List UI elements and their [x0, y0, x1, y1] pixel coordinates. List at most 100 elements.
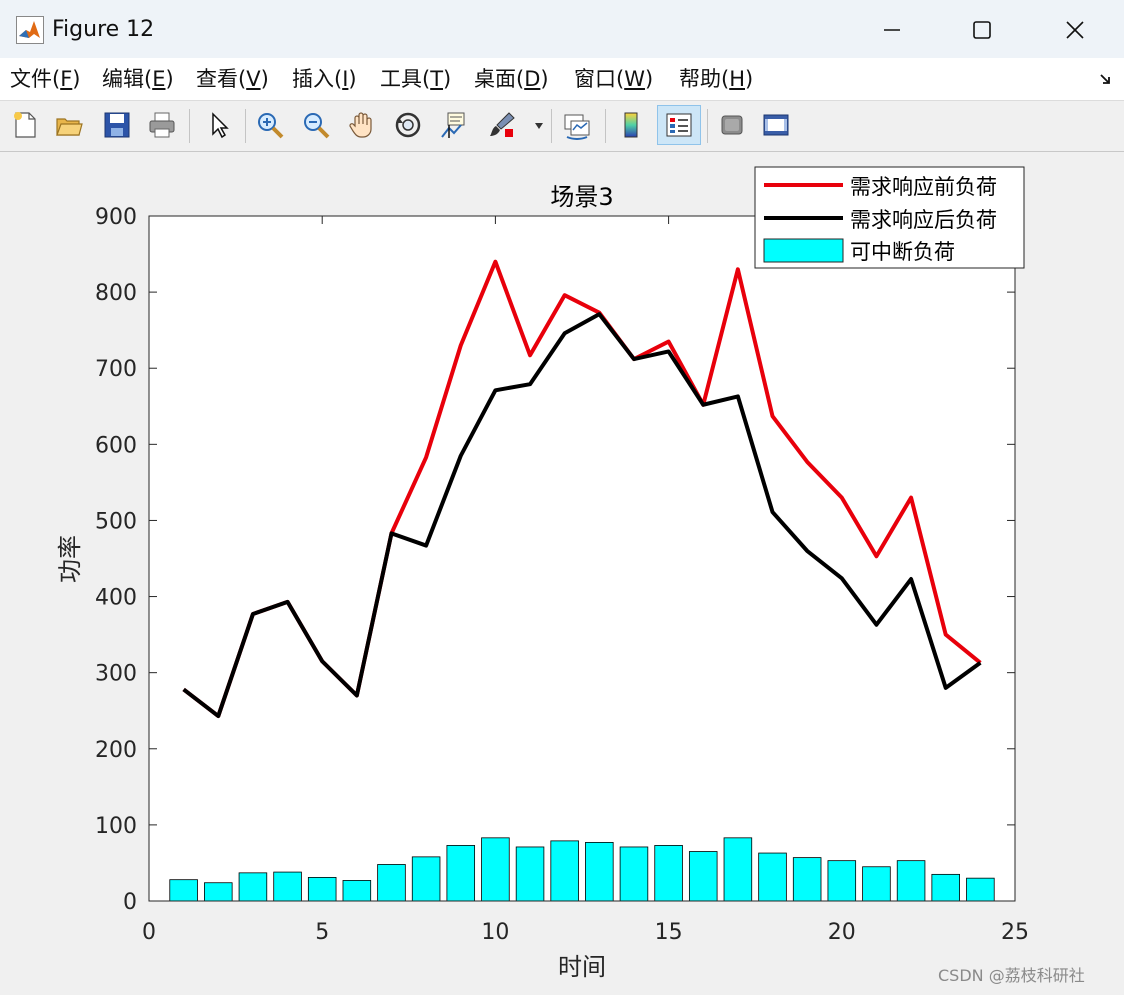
colorbar-button[interactable] [613, 107, 649, 143]
rotate-3d-button[interactable] [390, 107, 426, 143]
rotate-3d-icon [395, 112, 421, 138]
bar-interruptible-load[interactable] [377, 864, 406, 902]
legend-swatch-interruptible [763, 238, 844, 263]
chart[interactable]: 0 5 10 15 20 25 0 100 200 300 400 500 600 700 800 900 场… [0, 152, 1124, 995]
close-icon [1066, 21, 1084, 39]
bar-interruptible-load[interactable] [966, 877, 995, 902]
menu-view[interactable]: 查看(V) [196, 66, 269, 92]
y-tick-label: 200 [95, 738, 137, 763]
new-figure-button[interactable] [7, 107, 43, 143]
toolbar-separator [707, 109, 708, 143]
bar-interruptible-load[interactable] [862, 866, 891, 902]
toolbar-separator [245, 109, 246, 143]
dock-arrow-icon[interactable] [1098, 71, 1114, 87]
bar-interruptible-load[interactable] [446, 845, 476, 902]
pointer-button[interactable] [200, 107, 236, 143]
bar-interruptible-load[interactable] [619, 846, 649, 902]
menu-help[interactable]: 帮助(H) [679, 66, 753, 92]
brush-icon [490, 112, 515, 137]
colorbar-icon [624, 112, 638, 138]
x-tick-label: 20 [828, 920, 856, 945]
bar-interruptible-load[interactable] [169, 879, 198, 902]
legend[interactable]: 需求响应前负荷 需求响应后负荷 可中断负荷 [754, 166, 1025, 269]
minimize-button[interactable] [862, 10, 922, 50]
bar-interruptible-load[interactable] [411, 856, 441, 902]
bar-interruptible-load[interactable] [827, 860, 857, 902]
title-bar: Figure 12 [0, 0, 1124, 58]
legend-button[interactable] [657, 105, 701, 145]
legend-label-before: 需求响应前负荷 [850, 175, 997, 199]
toolbar-separator [605, 109, 606, 143]
pointer-icon [212, 112, 229, 139]
y-tick-label: 300 [95, 662, 137, 687]
toolbar-separator [189, 109, 190, 143]
brush-button[interactable] [484, 107, 520, 143]
bar-interruptible-load[interactable] [688, 851, 718, 902]
legend-icon [666, 113, 692, 137]
y-tick-label: 400 [95, 586, 137, 611]
x-tick-label: 10 [481, 920, 509, 945]
pan-icon [349, 112, 372, 138]
y-tick-label: 100 [95, 814, 137, 839]
menu-file[interactable]: 文件(F) [10, 66, 81, 92]
show-plot-tools-button[interactable] [758, 107, 794, 143]
bar-interruptible-load[interactable] [896, 860, 926, 902]
minimize-icon [884, 29, 900, 31]
bar-interruptible-load[interactable] [792, 857, 822, 902]
menu-tools[interactable]: 工具(T) [380, 66, 451, 92]
chart-title: 场景3 [550, 183, 613, 211]
matlab-icon [16, 16, 44, 44]
zoom-out-button[interactable] [298, 107, 334, 143]
pan-button[interactable] [344, 107, 380, 143]
bar-interruptible-load[interactable] [481, 837, 510, 902]
save-icon [104, 112, 130, 138]
y-tick-label: 0 [123, 890, 137, 915]
print-button[interactable] [144, 107, 180, 143]
maximize-button[interactable] [952, 10, 1012, 50]
bar-interruptible-load[interactable] [758, 852, 787, 902]
bar-interruptible-load[interactable] [515, 846, 545, 902]
figure-toolbar [0, 101, 1124, 152]
bar-interruptible-load[interactable] [931, 873, 960, 902]
open-file-button[interactable] [51, 107, 87, 143]
save-button[interactable] [99, 107, 135, 143]
zoom-in-icon [258, 113, 284, 139]
bar-interruptible-load[interactable] [723, 837, 753, 902]
figure-canvas: 0 5 10 15 20 25 0 100 200 300 400 500 600 700 800 900 场… [0, 152, 1124, 995]
menu-window[interactable]: 窗口(W) [574, 66, 653, 92]
link-plot-icon [564, 114, 590, 140]
bar-interruptible-load[interactable] [238, 872, 268, 902]
bar-interruptible-load[interactable] [342, 880, 372, 902]
bar-interruptible-load[interactable] [273, 871, 302, 902]
y-tick-label: 600 [95, 433, 137, 458]
menu-desktop[interactable]: 桌面(D) [474, 66, 549, 92]
legend-label-interruptible: 可中断负荷 [850, 240, 955, 264]
menu-edit[interactable]: 编辑(E) [102, 66, 174, 92]
y-tick-label: 500 [95, 509, 137, 534]
x-tick-label: 0 [142, 920, 156, 945]
menu-bar: 文件(F) 编辑(E) 查看(V) 插入(I) 工具(T) 桌面(D) 窗口(W… [0, 58, 1124, 101]
new-figure-icon [14, 112, 36, 138]
link-plot-button[interactable] [559, 107, 595, 143]
menu-insert[interactable]: 插入(I) [292, 66, 357, 92]
maximize-icon [973, 21, 991, 39]
close-button[interactable] [1045, 10, 1105, 50]
x-tick-label: 5 [315, 920, 329, 945]
bar-interruptible-load[interactable] [654, 845, 683, 902]
y-tick-label: 900 [95, 205, 137, 230]
zoom-out-icon [304, 113, 330, 139]
hide-plot-tools-button[interactable] [714, 107, 750, 143]
bar-interruptible-load[interactable] [585, 841, 614, 902]
bar-interruptible-load[interactable] [204, 882, 233, 902]
x-tick-label: 25 [1001, 920, 1029, 945]
brush-dropdown-icon[interactable] [534, 122, 544, 130]
print-icon [149, 112, 175, 138]
window-title: Figure 12 [52, 17, 155, 42]
zoom-in-button[interactable] [252, 107, 288, 143]
data-cursor-button[interactable] [436, 107, 472, 143]
x-axis-label: 时间 [558, 953, 606, 981]
bar-interruptible-load[interactable] [550, 840, 579, 902]
bar-interruptible-load[interactable] [307, 877, 337, 902]
toolbar-separator [551, 109, 552, 143]
show-plot-tools-icon [763, 114, 789, 136]
